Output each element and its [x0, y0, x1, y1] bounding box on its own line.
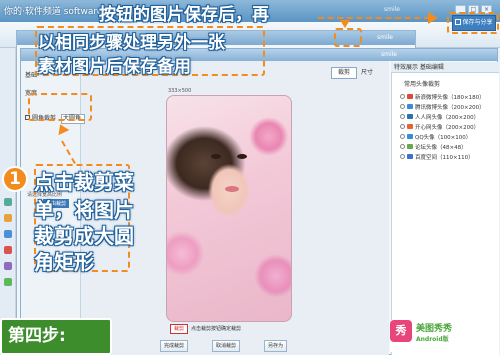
effects-tabs[interactable]: 特效展示 基础编辑	[391, 62, 499, 73]
crop-hint-bar: 裁剪 点击裁剪按钮确定裁剪	[170, 324, 320, 335]
step-banner: 第四步:	[0, 318, 112, 355]
preset-label: 论坛头像（48×48）	[415, 145, 467, 151]
middle-window-title: smile	[377, 34, 393, 41]
site-icon	[407, 144, 413, 149]
tool-icon[interactable]	[4, 214, 12, 222]
radio-icon	[400, 134, 405, 139]
meitu-logo: 秀 美图秀秀 Android版	[390, 320, 478, 352]
tool-icon[interactable]	[4, 198, 12, 206]
logo-name: 美图秀秀	[416, 324, 453, 334]
arrow-head-icon	[340, 20, 350, 28]
photo-canvas[interactable]	[166, 95, 292, 322]
annotation-left-line1: 点击裁剪菜	[34, 170, 134, 194]
preset-item[interactable]: QQ头像（100×100）	[400, 133, 471, 141]
preset-item[interactable]: 腾讯微博头像（200×200）	[400, 103, 485, 111]
radio-icon	[400, 124, 405, 129]
size-tool-button[interactable]: 尺寸	[361, 67, 383, 79]
annotation-left-line4: 角矩形	[34, 250, 94, 274]
preset-panel-title: 常用头像裁剪	[404, 81, 441, 88]
tool-icon[interactable]	[4, 230, 12, 238]
site-icon	[407, 104, 413, 109]
preset-label: 开心网头像（200×200）	[415, 125, 480, 131]
highlight-save-share	[447, 12, 499, 34]
preset-item[interactable]: 百度空间（110×110）	[400, 153, 474, 161]
radio-icon	[400, 94, 405, 99]
arrow-head-icon	[428, 12, 438, 24]
radio-icon	[400, 104, 405, 109]
preset-label: 腾讯微博头像（200×200）	[415, 105, 485, 111]
tool-icon[interactable]	[4, 278, 12, 286]
editor-window-title: smile	[381, 51, 397, 58]
highlight-round-option	[28, 93, 92, 121]
preset-item[interactable]: 人人网头像（200×200）	[400, 113, 479, 121]
save-as-button[interactable]: 另存为	[264, 340, 288, 352]
preset-label: 新浪微博头像（180×180）	[415, 95, 485, 101]
annotation-top-line2: 以相同步骤处理另外一张	[38, 33, 225, 53]
preset-label: 百度空间（110×110）	[415, 155, 474, 161]
annotation-left-line3: 裁剪成大圆	[34, 224, 134, 248]
highlight-crop-tool	[334, 28, 362, 47]
cancel-crop-button[interactable]: 取消裁剪	[212, 340, 241, 352]
logo-subtitle: Android版	[416, 336, 449, 343]
radio-icon	[400, 114, 405, 119]
annotation-left-line2: 单，将图片	[34, 198, 134, 222]
background-window-title: smile	[384, 6, 400, 13]
annotation-top-line1: 按钮的图片保存后，再	[99, 5, 269, 25]
photo-detail	[211, 154, 221, 159]
site-icon	[407, 154, 413, 159]
logo-mark: 秀	[390, 320, 412, 342]
photo-detail	[225, 186, 239, 192]
finish-crop-button[interactable]: 完成裁剪	[160, 340, 189, 352]
tool-icon[interactable]	[4, 262, 12, 270]
preset-label: 人人网头像（200×200）	[415, 115, 480, 121]
preset-label: QQ头像（100×100）	[415, 135, 472, 141]
crop-tool-button[interactable]: 裁剪	[331, 67, 357, 79]
crop-hint-text: 点击裁剪按钮确定裁剪	[191, 326, 242, 332]
tool-icon[interactable]	[4, 246, 12, 254]
preset-item[interactable]: 开心网头像（200×200）	[400, 123, 479, 131]
site-icon	[407, 134, 413, 139]
preset-item[interactable]: 论坛头像（48×48）	[400, 143, 467, 151]
site-icon	[407, 124, 413, 129]
site-icon	[407, 94, 413, 99]
arrow-to-save	[318, 17, 430, 19]
photo-detail	[237, 154, 247, 159]
annotation-top-line3: 素材图片后保存备用	[38, 57, 191, 77]
avatar-preset-panel: 常用头像裁剪 新浪微博头像（180×180） 腾讯微博头像（200×200） 人人网…	[391, 73, 499, 355]
background-left-strip	[0, 48, 16, 355]
step-number-badge: 1	[2, 166, 28, 192]
preset-item[interactable]: 新浪微博头像（180×180）	[400, 93, 485, 101]
site-icon	[407, 114, 413, 119]
image-size-label: 333×500	[168, 88, 192, 94]
crop-confirm-button[interactable]: 裁剪	[170, 324, 189, 334]
radio-icon	[400, 144, 405, 149]
radio-icon	[400, 154, 405, 159]
